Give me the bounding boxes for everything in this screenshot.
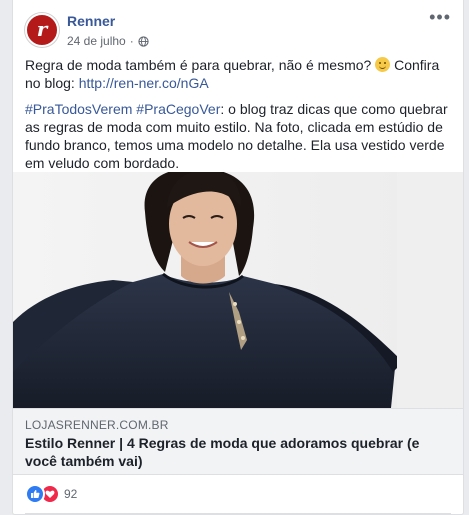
- meta-separator: ·: [129, 34, 134, 48]
- like-icon: [25, 484, 45, 504]
- hashtag-pracegover[interactable]: #PraCegoVer: [136, 101, 220, 117]
- reaction-count[interactable]: 92: [64, 487, 77, 501]
- divider: [25, 513, 451, 514]
- post-date[interactable]: 24 de julho: [67, 34, 126, 48]
- link-preview[interactable]: LOJASRENNER.COM.BR Estilo Renner | 4 Reg…: [13, 408, 463, 475]
- blog-link[interactable]: http://ren-ner.co/nGA: [79, 75, 209, 91]
- post-header: r Renner 24 de julho · •••: [25, 8, 451, 50]
- link-domain: LOJASRENNER.COM.BR: [25, 418, 169, 432]
- more-options-icon[interactable]: •••: [429, 8, 451, 26]
- model-photo-illustration: [13, 172, 463, 408]
- post-message: Regra de moda também é para quebrar, não…: [25, 56, 453, 180]
- post-paragraph-1-text: Regra de moda também é para quebrar, não…: [25, 57, 372, 73]
- page-avatar[interactable]: r: [25, 13, 59, 47]
- avatar-logo-letter: r: [36, 17, 48, 41]
- post-photo[interactable]: [13, 172, 463, 408]
- hashtag-pratodosverem[interactable]: #PraTodosVerem: [25, 101, 132, 117]
- post-paragraph-2: #PraTodosVerem #PraCegoVer: o blog traz …: [25, 100, 453, 172]
- smile-emoji-icon: [375, 57, 391, 72]
- reactions-summary[interactable]: 92: [25, 484, 77, 504]
- link-title[interactable]: Estilo Renner | 4 Regras de moda que ado…: [25, 434, 449, 470]
- post-paragraph-1: Regra de moda também é para quebrar, não…: [25, 56, 453, 92]
- post-meta: 24 de julho ·: [67, 34, 149, 48]
- page-name-link[interactable]: Renner: [67, 13, 115, 29]
- facebook-post-card: r Renner 24 de julho · ••• Regra de moda…: [12, 0, 464, 515]
- globe-icon[interactable]: [138, 35, 149, 47]
